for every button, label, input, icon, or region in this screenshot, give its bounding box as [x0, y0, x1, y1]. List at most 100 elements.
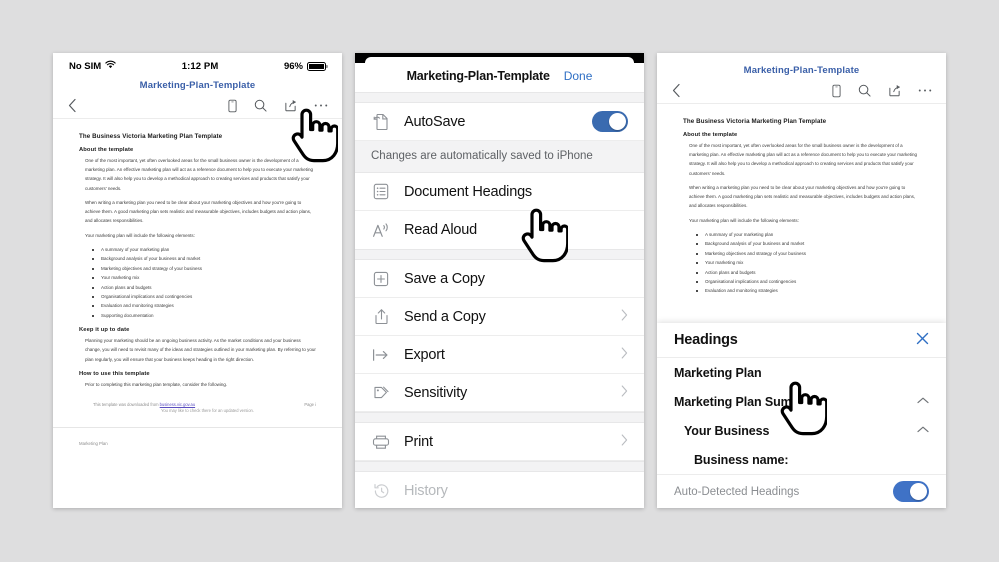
wifi-icon	[105, 60, 116, 72]
document-heading-1: The Business Victoria Marketing Plan Tem…	[683, 118, 827, 125]
document-headings-icon	[371, 183, 391, 200]
document-paragraph-1: One of the most important, yet often ove…	[689, 143, 918, 176]
menu-item-export[interactable]: Export	[355, 336, 644, 374]
menu-item-send-a-copy[interactable]: Send a Copy	[355, 298, 644, 336]
list-item: Supporting documentation	[79, 311, 316, 320]
battery-percent-label: 96%	[283, 60, 303, 72]
document-footer-left: This template was downloaded from busine…	[79, 402, 304, 407]
menu-item-label: Read Aloud	[404, 222, 477, 238]
search-icon[interactable]	[858, 84, 871, 97]
close-icon[interactable]	[916, 332, 929, 348]
list-item: Background analysis of your business and…	[79, 254, 316, 263]
document-heading-keep: Keep it up to date	[79, 327, 130, 334]
menu-item-history[interactable]: History	[355, 472, 644, 508]
document-paragraph-1: One of the most important, yet often ove…	[85, 158, 314, 191]
carrier-label: No SIM	[69, 60, 102, 72]
autosave-document-icon	[371, 113, 391, 131]
battery-icon	[307, 61, 329, 71]
menu-item-label: Print	[404, 433, 433, 450]
menu-item-sensitivity[interactable]: Sensitivity	[355, 374, 644, 412]
document-page-number: Page i	[304, 402, 316, 408]
history-icon	[371, 483, 391, 499]
app-toolbar	[53, 93, 342, 119]
status-bar-right: 96%	[283, 60, 329, 72]
share-icon[interactable]	[888, 84, 901, 97]
sheet-header: Marketing-Plan-Template Done	[355, 63, 644, 92]
list-item: Organisational implications and continge…	[683, 277, 920, 286]
search-icon[interactable]	[254, 99, 267, 112]
document-footer: This template was downloaded from busine…	[79, 402, 316, 407]
document-heading-how: How to use this template	[79, 370, 150, 377]
list-item: Your marketing mix	[79, 273, 316, 282]
menu-item-label: Send a Copy	[404, 308, 486, 325]
screenshot-stage: No SIM 1:12 PM 96% Marketing-Plan-Templa…	[0, 0, 999, 562]
document-page: The Business Victoria Marketing Plan Tem…	[657, 118, 946, 296]
auto-detected-headings-row[interactable]: Auto-Detected Headings	[657, 474, 946, 508]
mobile-view-icon[interactable]	[832, 84, 841, 98]
heading-label: Marketing Plan Summary	[674, 394, 822, 409]
heading-row-marketing-plan[interactable]: Marketing Plan	[657, 358, 946, 387]
chevron-up-icon[interactable]	[917, 396, 929, 407]
group-separator	[355, 249, 644, 260]
menu-item-autosave[interactable]: AutoSave	[355, 103, 644, 141]
done-button[interactable]: Done	[564, 69, 593, 83]
group-separator	[355, 92, 644, 103]
document-paragraph-3: Your marketing plan will include the fol…	[689, 217, 799, 223]
menu-item-save-a-copy[interactable]: Save a Copy	[355, 260, 644, 298]
document-running-head: Marketing Plan	[79, 441, 108, 447]
list-item: Action plans and budgets	[79, 283, 316, 292]
menu-item-read-aloud[interactable]: Read Aloud	[355, 211, 644, 249]
footer-link[interactable]: business.vic.gov.au	[160, 402, 195, 407]
export-icon	[371, 348, 391, 362]
chevron-left-icon[interactable]	[67, 98, 78, 113]
auto-detected-headings-toggle[interactable]	[893, 481, 929, 502]
list-item: Marketing objectives and strategy of you…	[79, 264, 316, 273]
document-heading-about: About the template	[79, 147, 134, 153]
group-separator	[355, 412, 644, 423]
phone-screenshot-1: No SIM 1:12 PM 96% Marketing-Plan-Templa…	[53, 53, 342, 508]
document-paragraph-2: When writing a marketing plan you need t…	[689, 184, 916, 209]
heading-row-your-business[interactable]: Your Business	[657, 416, 946, 445]
autosave-toggle[interactable]	[592, 111, 628, 132]
document-paragraph-3: Your marketing plan will include the fol…	[85, 232, 195, 238]
menu-item-label: Sensitivity	[404, 384, 468, 401]
chevron-left-icon[interactable]	[671, 83, 682, 98]
document-paragraph-2: When writing a marketing plan you need t…	[85, 199, 312, 224]
document-title: Marketing-Plan-Template	[139, 80, 256, 91]
toolbar-icon-group	[832, 84, 932, 98]
list-item: Organisational implications and continge…	[79, 292, 316, 301]
chevron-right-icon	[621, 347, 628, 362]
chevron-right-icon	[621, 309, 628, 324]
mobile-view-icon[interactable]	[228, 99, 237, 113]
sheet-notch	[355, 53, 644, 63]
menu-item-label: Save a Copy	[404, 270, 485, 287]
list-item: Your marketing mix	[683, 258, 920, 267]
document-footer-second-line: You may like to check there for an updat…	[161, 408, 254, 414]
read-aloud-icon	[371, 222, 391, 239]
toolbar-icon-group	[228, 99, 328, 113]
menu-item-document-headings[interactable]: Document Headings	[355, 173, 644, 211]
share-icon[interactable]	[284, 99, 297, 112]
document-paragraph-4: Planning your marketing should be an ong…	[85, 338, 316, 362]
heading-row-business-name[interactable]: Business name:	[657, 445, 946, 474]
headings-popover-title: Headings	[674, 332, 738, 348]
send-a-copy-icon	[371, 308, 391, 325]
menu-item-label: History	[404, 483, 448, 499]
more-options-icon[interactable]	[918, 88, 932, 93]
chevron-up-icon[interactable]	[917, 425, 929, 436]
list-item: Marketing objectives and strategy of you…	[683, 249, 920, 258]
more-options-icon[interactable]	[314, 103, 328, 108]
menu-item-label: AutoSave	[404, 113, 466, 130]
status-bar-left: No SIM	[69, 60, 116, 72]
group-separator	[355, 461, 644, 472]
menu-item-label: Export	[404, 346, 445, 363]
print-icon	[371, 434, 391, 450]
save-a-copy-icon	[371, 271, 391, 287]
menu-item-print[interactable]: Print	[355, 423, 644, 461]
headings-popover: Headings Marketing Plan Marketing Plan S…	[657, 323, 946, 508]
list-item: Evaluation and monitoring strategies	[683, 286, 920, 295]
document-bullet-list: A summary of your marketing plan Backgro…	[683, 230, 920, 296]
list-item: Background analysis of your business and…	[683, 239, 920, 248]
heading-row-marketing-plan-summary[interactable]: Marketing Plan Summary	[657, 387, 946, 416]
heading-label: Business name:	[694, 452, 789, 467]
